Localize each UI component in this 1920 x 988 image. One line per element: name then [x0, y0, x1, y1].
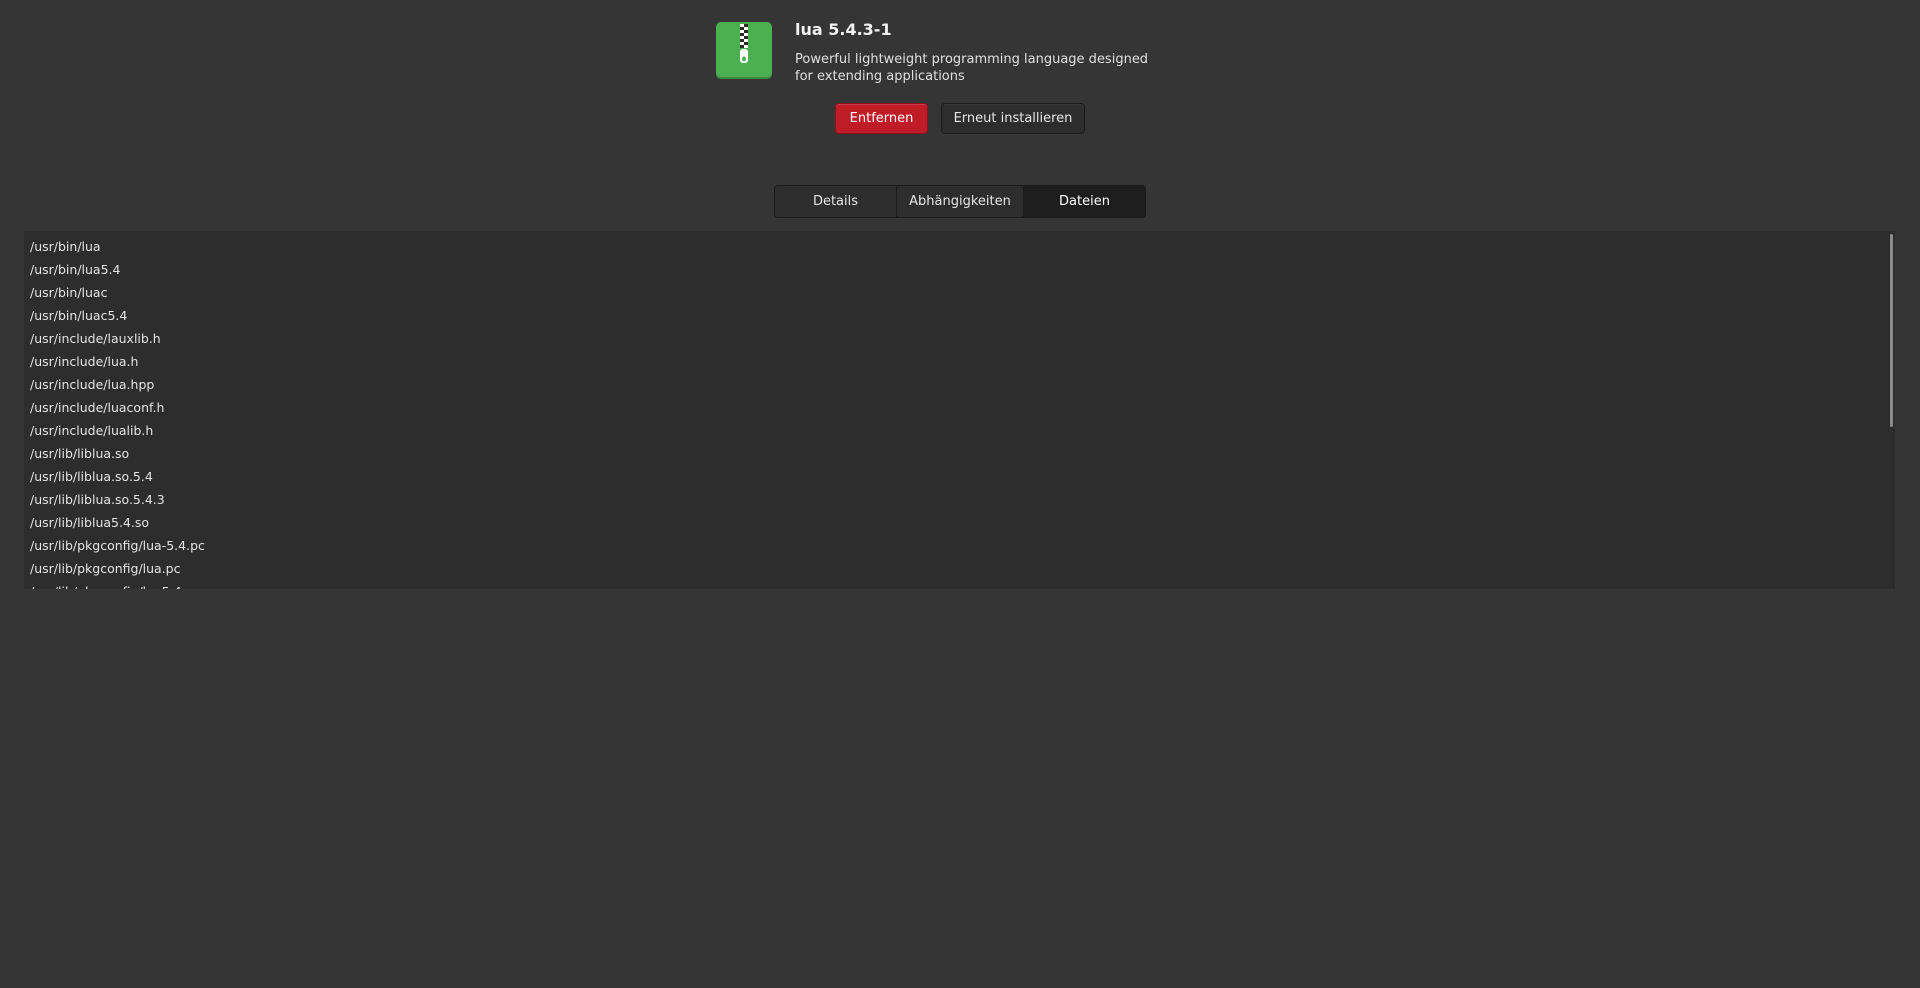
- vertical-scrollbar[interactable]: [1890, 234, 1893, 427]
- file-item[interactable]: /usr/bin/lua5.4: [30, 258, 1895, 281]
- file-list: /usr/bin/lua /usr/bin/lua5.4 /usr/bin/lu…: [24, 231, 1895, 589]
- remove-button[interactable]: Entfernen: [835, 103, 928, 134]
- tab-dependencies[interactable]: Abhängigkeiten: [897, 186, 1024, 217]
- package-description: Powerful lightweight programming languag…: [795, 52, 1149, 84]
- file-item[interactable]: /usr/include/lua.hpp: [30, 373, 1895, 396]
- file-item[interactable]: /usr/lib/pkgconfig/lua.pc: [30, 557, 1895, 580]
- archive-zipper-icon: [716, 22, 772, 79]
- tab-bar: Details Abhängigkeiten Dateien: [774, 185, 1146, 218]
- file-item[interactable]: /usr/lib/pkgconfig/lua-5.4.pc: [30, 534, 1895, 557]
- tab-details[interactable]: Details: [775, 186, 897, 217]
- file-item[interactable]: /usr/lib/pkgconfig/lua5.4.pc: [30, 580, 1895, 589]
- action-buttons: Entfernen Erneut installieren: [835, 103, 1085, 134]
- file-item[interactable]: /usr/include/lualib.h: [30, 419, 1895, 442]
- file-item[interactable]: /usr/bin/luac: [30, 281, 1895, 304]
- file-item[interactable]: /usr/include/luaconf.h: [30, 396, 1895, 419]
- file-item[interactable]: /usr/include/lua.h: [30, 350, 1895, 373]
- file-item[interactable]: /usr/include/lauxlib.h: [30, 327, 1895, 350]
- package-header: lua 5.4.3-1 Powerful lightweight program…: [716, 20, 1165, 85]
- file-item[interactable]: /usr/lib/liblua.so.5.4.3: [30, 488, 1895, 511]
- package-title: lua 5.4.3-1: [795, 20, 892, 39]
- package-info: lua 5.4.3-1 Powerful lightweight program…: [795, 20, 1165, 85]
- file-list-panel[interactable]: /usr/bin/lua /usr/bin/lua5.4 /usr/bin/lu…: [24, 231, 1895, 589]
- tab-files[interactable]: Dateien: [1024, 186, 1145, 217]
- file-item[interactable]: /usr/bin/lua: [30, 235, 1895, 258]
- file-item[interactable]: /usr/lib/liblua.so.5.4: [30, 465, 1895, 488]
- reinstall-button[interactable]: Erneut installieren: [941, 103, 1085, 134]
- file-item[interactable]: /usr/lib/liblua.so: [30, 442, 1895, 465]
- file-item[interactable]: /usr/lib/liblua5.4.so: [30, 511, 1895, 534]
- file-item[interactable]: /usr/bin/luac5.4: [30, 304, 1895, 327]
